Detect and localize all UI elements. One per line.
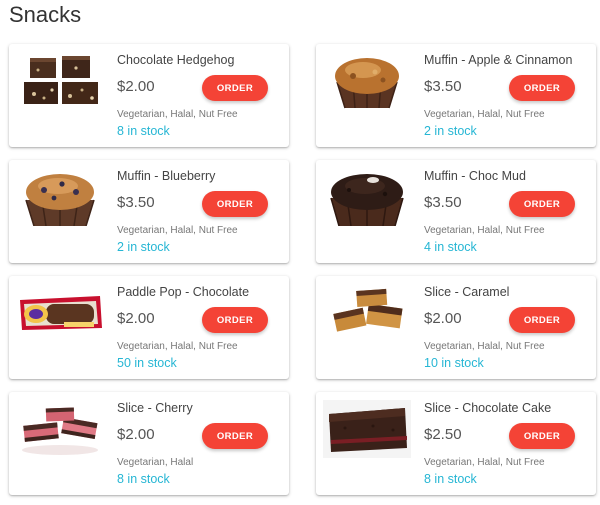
order-button[interactable]: ORDER <box>509 423 575 449</box>
dietary-tags: Vegetarian, Halal, Nut Free <box>424 109 545 120</box>
product-name: Chocolate Hedgehog <box>117 53 235 67</box>
product-card: Chocolate Hedgehog $2.00 ORDER Vegetaria… <box>9 44 289 147</box>
stock-count: 10 in stock <box>424 356 484 370</box>
product-card: Muffin - Apple & Cinnamon $3.50 ORDER Ve… <box>316 44 596 147</box>
product-card: Paddle Pop - Chocolate $2.00 ORDER Veget… <box>9 276 289 379</box>
product-card: Muffin - Blueberry $3.50 ORDER Vegetaria… <box>9 160 289 263</box>
stock-count: 8 in stock <box>424 472 477 486</box>
blueberry-muffin-image <box>16 168 104 226</box>
product-name: Muffin - Blueberry <box>117 169 216 183</box>
dietary-tags: Vegetarian, Halal, Nut Free <box>424 225 545 236</box>
product-card: Slice - Chocolate Cake $2.50 ORDER Veget… <box>316 392 596 495</box>
chocolate-hedgehog-image <box>16 52 104 110</box>
caramel-slice-image <box>323 284 411 342</box>
paddle-pop-image <box>16 284 104 342</box>
product-price: $3.50 <box>424 78 462 95</box>
stock-count: 50 in stock <box>117 356 177 370</box>
cherry-slice-image <box>16 400 104 458</box>
stock-count: 4 in stock <box>424 240 477 254</box>
product-card: Muffin - Choc Mud $3.50 ORDER Vegetarian… <box>316 160 596 263</box>
order-button[interactable]: ORDER <box>509 307 575 333</box>
dietary-tags: Vegetarian, Halal, Nut Free <box>117 109 238 120</box>
stock-count: 8 in stock <box>117 472 170 486</box>
product-price: $2.00 <box>117 78 155 95</box>
dietary-tags: Vegetarian, Halal, Nut Free <box>424 457 545 468</box>
apple-cinnamon-muffin-image <box>323 52 411 110</box>
choc-mud-muffin-image <box>323 168 411 226</box>
dietary-tags: Vegetarian, Halal, Nut Free <box>117 225 238 236</box>
product-name: Muffin - Choc Mud <box>424 169 526 183</box>
product-price: $2.00 <box>117 426 155 443</box>
product-name: Paddle Pop - Chocolate <box>117 285 250 299</box>
section-title: Snacks <box>9 2 82 27</box>
stock-count: 8 in stock <box>117 124 170 138</box>
product-price: $2.50 <box>424 426 462 443</box>
order-button[interactable]: ORDER <box>202 191 268 217</box>
product-card: Slice - Caramel $2.00 ORDER Vegetarian, … <box>316 276 596 379</box>
product-grid: Chocolate Hedgehog $2.00 ORDER Vegetaria… <box>9 44 597 495</box>
stock-count: 2 in stock <box>424 124 477 138</box>
product-card: Slice - Cherry $2.00 ORDER Vegetarian, H… <box>9 392 289 495</box>
product-price: $3.50 <box>117 194 155 211</box>
product-price: $2.00 <box>117 310 155 327</box>
order-button[interactable]: ORDER <box>202 307 268 333</box>
product-price: $3.50 <box>424 194 462 211</box>
stock-count: 2 in stock <box>117 240 170 254</box>
chocolate-cake-image <box>323 400 411 458</box>
product-name: Slice - Caramel <box>424 285 510 299</box>
order-button[interactable]: ORDER <box>509 75 575 101</box>
product-name: Slice - Cherry <box>117 401 193 415</box>
dietary-tags: Vegetarian, Halal, Nut Free <box>424 341 545 352</box>
product-name: Muffin - Apple & Cinnamon <box>424 53 573 67</box>
order-button[interactable]: ORDER <box>509 191 575 217</box>
dietary-tags: Vegetarian, Halal <box>117 457 194 468</box>
dietary-tags: Vegetarian, Halal, Nut Free <box>117 341 238 352</box>
snacks-page: Snacks Chocolate Hedgehog $2.00 ORDER Ve… <box>0 0 600 505</box>
order-button[interactable]: ORDER <box>202 75 268 101</box>
order-button[interactable]: ORDER <box>202 423 268 449</box>
product-price: $2.00 <box>424 310 462 327</box>
product-name: Slice - Chocolate Cake <box>424 401 552 415</box>
